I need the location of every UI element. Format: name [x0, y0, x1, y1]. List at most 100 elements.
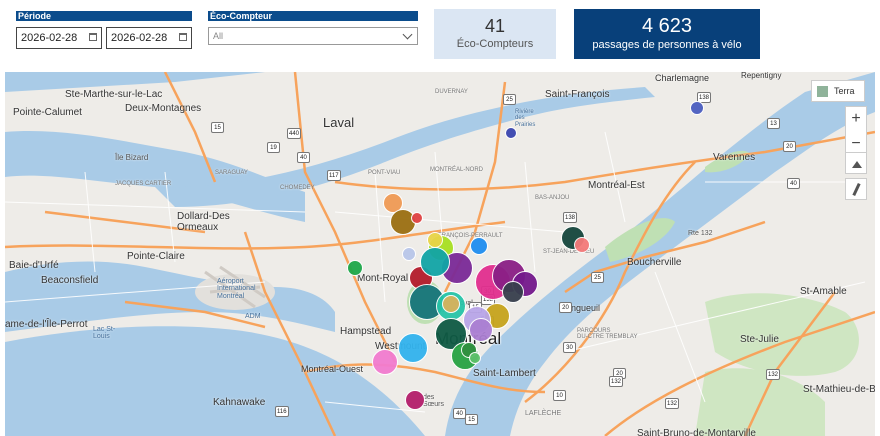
place-label-lafleche: LAFLÈCHE: [525, 410, 562, 417]
counter-bubble[interactable]: [469, 352, 481, 364]
place-label-riviere-prairies: Rivière des Prairies: [515, 109, 536, 128]
place-label-st-amable: St-Amable: [800, 286, 847, 297]
layer-switch-label: Terra: [834, 86, 855, 96]
place-label-varennes: Varennes: [713, 152, 756, 163]
place-label-beaconsfield: Beaconsfield: [41, 275, 99, 286]
terrain-icon: [817, 86, 828, 97]
counter-filter-label: Éco-Compteur: [208, 11, 418, 21]
place-label-deux-montagnes: Deux-Montagnes: [125, 103, 202, 114]
counter-bubble[interactable]: [372, 349, 398, 375]
place-label-rte-132: Rte 132: [688, 230, 713, 237]
place-label-parcours-tremblay: PARCOURS DU-CTRE TREMBLAY: [577, 328, 638, 341]
place-label-charlemagne: Charlemagne: [655, 73, 710, 83]
place-label-kahnawake: Kahnawake: [213, 397, 266, 408]
place-label-ile-bizard: Île Bizard: [115, 153, 149, 162]
highway-shield: 40: [453, 408, 466, 419]
layer-switch-button[interactable]: Terra: [811, 80, 865, 102]
counter-bubble[interactable]: [442, 295, 460, 313]
zoom-in-button[interactable]: +: [846, 107, 866, 131]
counter-bubble[interactable]: [469, 318, 493, 342]
place-label-hampstead: Hampstead: [340, 326, 392, 337]
tilt-button[interactable]: [845, 152, 867, 174]
compass-icon: [852, 182, 861, 197]
chevron-down-icon: [402, 29, 413, 40]
highway-shield: 15: [211, 122, 224, 133]
passages-caption: passages de personnes à vélo: [592, 39, 742, 51]
place-label-dollard: Dollard-Des Ormeaux: [177, 211, 230, 233]
tilt-icon: [852, 161, 862, 168]
highway-shield: 40: [787, 178, 800, 189]
place-label-st-mathieu: St-Mathieu-de-Beloe: [803, 384, 875, 395]
highway-shield: 30: [563, 342, 576, 353]
compass-button[interactable]: [845, 178, 867, 200]
place-label-pont-viau: PONT-VIAU: [368, 170, 401, 176]
highway-shield: 13: [767, 118, 780, 129]
place-label-pointe-calumet: Pointe-Calumet: [13, 107, 82, 118]
place-label-bas-anjou: BAS-ANJOU: [535, 195, 570, 201]
passages-card: 4 623 passages de personnes à vélo: [574, 9, 760, 59]
place-label-lac-st-louis: Lac St- Louis: [93, 326, 116, 341]
highway-shield: 19: [267, 142, 280, 153]
counter-dropdown-value: All: [213, 31, 224, 41]
highway-shield: 20: [783, 141, 796, 152]
bike-counter-map[interactable]: MontréalLavalMont-RoyalWestmountHampstea…: [5, 72, 875, 436]
place-label-pointe-claire: Pointe-Claire: [127, 251, 185, 262]
place-label-boucherville: Boucherville: [627, 257, 682, 268]
counters-card: 41 Éco-Compteurs: [434, 9, 556, 59]
highway-shield: 15: [465, 414, 478, 425]
counter-bubble[interactable]: [470, 237, 488, 255]
highway-shield: 25: [503, 94, 516, 105]
counter-bubble[interactable]: [420, 247, 450, 277]
highway-shield: 10: [553, 390, 566, 401]
place-label-montreal-ouest: Montréal-Ouest: [301, 364, 364, 374]
place-label-mont-royal-city: Mont-Royal: [357, 273, 409, 284]
place-label-saraguay: SARAGUAY: [215, 170, 248, 176]
highway-shield: 40: [297, 152, 310, 163]
counters-count: 41: [484, 16, 506, 36]
date-end-input[interactable]: 2026-02-28: [106, 27, 192, 49]
passages-count: 4 623: [641, 15, 693, 37]
highway-shield: 25: [591, 272, 604, 283]
highway-shield: 132: [609, 376, 624, 387]
calendar-icon[interactable]: [89, 33, 97, 41]
period-label: Période: [16, 11, 192, 21]
highway-shield: 116: [275, 406, 289, 417]
counter-bubble[interactable]: [690, 101, 704, 115]
counter-bubble[interactable]: [402, 247, 416, 261]
date-start-input[interactable]: 2026-02-28: [16, 27, 102, 49]
counter-bubble[interactable]: [574, 237, 590, 253]
highway-shield: 132: [766, 369, 781, 380]
place-label-repentigny: Repentigny: [741, 72, 782, 80]
place-label-adm: ADM: [245, 313, 261, 320]
highway-shield: 138: [563, 212, 578, 223]
place-label-montreal-est: Montréal-Est: [588, 180, 645, 191]
place-label-duvernay: DUVERNAY: [435, 89, 468, 95]
place-label-ile-perrot: ame-de-l'Île-Perrot: [5, 319, 88, 330]
highway-shield: 132: [665, 398, 680, 409]
counter-bubble[interactable]: [411, 212, 423, 224]
place-label-laval: Laval: [323, 115, 355, 130]
place-label-soeurs: des Sœurs: [423, 394, 444, 409]
counter-bubble[interactable]: [505, 127, 517, 139]
counter-bubble[interactable]: [405, 390, 425, 410]
counters-caption: Éco-Compteurs: [456, 38, 534, 50]
place-label-saint-francois: Saint-François: [545, 89, 610, 100]
date-end-value: 2026-02-28: [111, 32, 168, 44]
counter-bubble[interactable]: [347, 260, 363, 276]
place-label-saint-lambert: Saint-Lambert: [473, 368, 536, 379]
place-label-baie-durfe: Baie-d'Urfé: [9, 260, 59, 271]
place-label-aeroport: Aéroport International Montréal: [217, 278, 256, 300]
counter-bubble[interactable]: [398, 333, 428, 363]
place-label-ste-marthe: Ste-Marthe-sur-le-Lac: [65, 89, 163, 100]
highway-shield: 440: [287, 128, 302, 139]
counter-dropdown[interactable]: All: [208, 27, 418, 45]
counter-bubble[interactable]: [502, 281, 524, 303]
highway-shield: 117: [327, 170, 341, 181]
zoom-control: + −: [845, 106, 867, 156]
place-label-montreal-nord: MONTRÉAL-NORD: [430, 167, 484, 173]
place-label-jacques-cartier: JACQUES CARTIER: [115, 181, 172, 187]
calendar-icon[interactable]: [179, 33, 187, 41]
place-label-chomedey: CHOMEDEY: [280, 185, 315, 191]
date-start-value: 2026-02-28: [21, 32, 78, 44]
counter-bubble[interactable]: [427, 232, 443, 248]
